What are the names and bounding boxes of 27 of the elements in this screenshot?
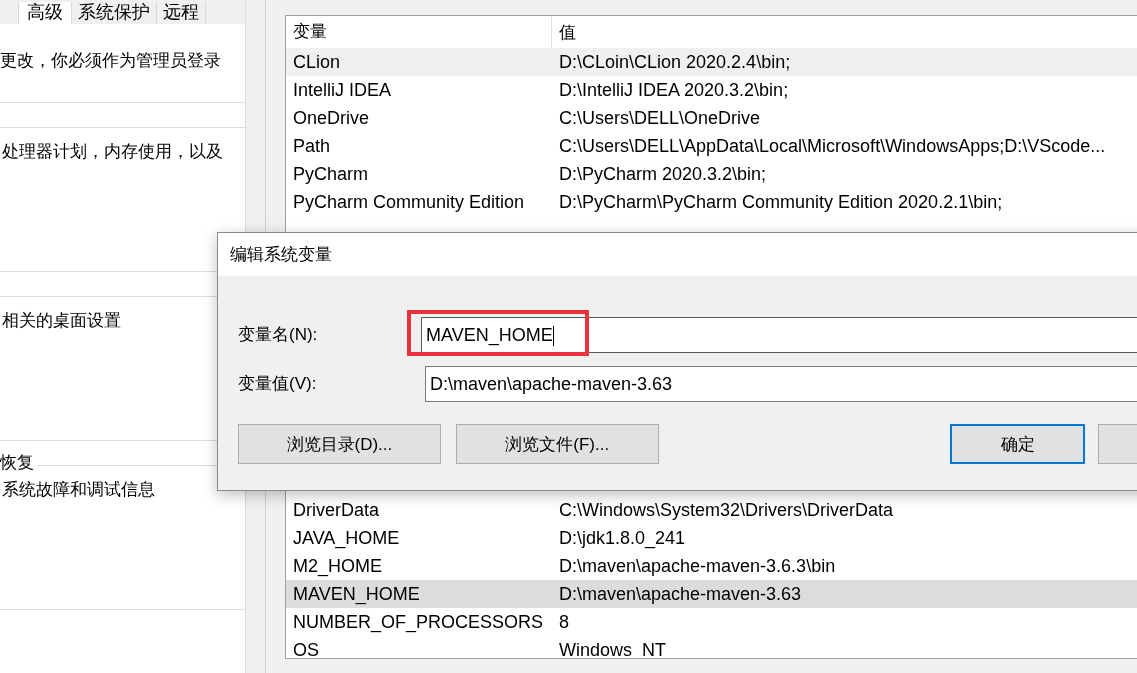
table-row[interactable]: PyCharm Community Edition D:\PyCharm\PyCharm Community Edition 2020.2.1\bin; <box>286 188 1137 216</box>
table-row[interactable]: PyCharm D:\PyCharm 2020.3.2\bin; <box>286 160 1137 188</box>
section-description: 系统故障和调试信息 <box>1 479 156 501</box>
input-field[interactable]: D:\maven\apache-maven-3.63 <box>425 365 1137 402</box>
column-header[interactable]: 值 <box>552 20 576 44</box>
table-row[interactable]: IntelliJ IDEA D:\IntelliJ IDEA 2020.3.2\bin; <box>286 76 1137 104</box>
table-row[interactable]: OneDrive C:\Users\DELL\OneDrive <box>286 104 1137 132</box>
table-row[interactable]: DriverData C:\Windows\System32\Drivers\DriverData <box>286 496 1137 524</box>
field-label: 变量名(N): <box>238 324 319 346</box>
group-title: 恢复 <box>0 451 38 474</box>
table-row[interactable]: M2_HOME D:\maven\apache-maven-3.6.3\bin <box>286 552 1137 580</box>
field-label: 变量值(V): <box>238 373 318 395</box>
section-description: 相关的桌面设置 <box>1 310 122 332</box>
dialog-button[interactable]: 浏览文件(F)... <box>455 424 659 464</box>
table-row[interactable]: CLion D:\CLoin\CLion 2020.2.4\bin; <box>286 48 1137 76</box>
section-description: 处理器计划，内存使用，以及 <box>1 141 224 163</box>
table-row[interactable]: OS Windows_NT <box>286 636 1137 658</box>
admin-note: 更改，你必须作为管理员登录 <box>0 49 221 72</box>
dialog-title: 编辑系统变量 <box>230 244 332 266</box>
input-field[interactable]: MAVEN_HOME <box>421 316 1137 353</box>
table-row[interactable]: NUMBER_OF_PROCESSORS 8 <box>286 608 1137 636</box>
table-row[interactable]: Path C:\Users\DELL\AppData\Local\Microsoft\WindowsApps;D:\VScode... <box>286 132 1137 160</box>
table-row[interactable]: MAVEN_HOME D:\maven\apache-maven-3.63 <box>286 580 1137 608</box>
dialog-button[interactable]: 确定 <box>950 424 1086 464</box>
table-row[interactable]: JAVA_HOME D:\jdk1.8.0_241 <box>286 524 1137 552</box>
dialog-button[interactable]: 浏览目录(D)... <box>238 424 441 464</box>
tab[interactable]: 高级 <box>19 2 72 24</box>
